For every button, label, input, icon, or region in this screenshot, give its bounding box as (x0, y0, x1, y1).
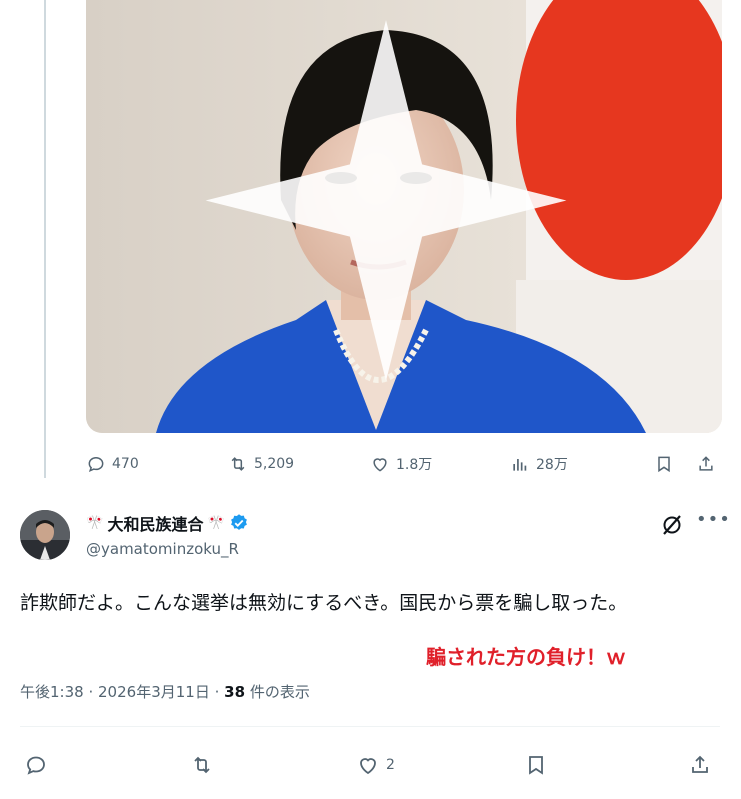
post-view-count: 38 (224, 683, 246, 701)
post-image[interactable] (86, 0, 722, 433)
flag-deco-right: 🎌 (207, 515, 225, 531)
like-count: 2 (386, 757, 395, 773)
more-icon[interactable]: ••• (696, 509, 731, 530)
like-button[interactable]: 1.8万 (370, 454, 432, 474)
share-icon (699, 456, 713, 471)
avatar[interactable] (20, 510, 70, 560)
reply-button[interactable]: 470 (86, 454, 139, 474)
views-button[interactable]: 28万 (510, 454, 568, 474)
thread-line (44, 0, 46, 478)
bookmark-button[interactable] (524, 753, 548, 777)
bookmark-icon (658, 456, 670, 473)
sparkle-icon (205, 20, 567, 381)
share-button[interactable] (688, 753, 712, 777)
repost-icon (231, 457, 245, 471)
post-text: 詐欺師だよ。こんな選挙は無効にするべき。国民から票を騙し取った。 (20, 592, 628, 614)
divider (20, 726, 720, 727)
flag-deco-left: 🎌 (86, 515, 104, 531)
verified-icon (230, 514, 247, 530)
reply-button[interactable] (24, 753, 48, 777)
view-count: 28万 (536, 457, 568, 473)
author-handle[interactable]: @yamatominzoku_R (86, 540, 239, 558)
post-view-label: 件の表示 (249, 683, 310, 701)
like-icon (373, 458, 387, 472)
share-icon (692, 755, 708, 773)
repost-icon (194, 756, 210, 774)
reply-count: 470 (112, 456, 139, 472)
repost-count: 5,209 (254, 456, 295, 472)
quoted-post-actions: 470 5,209 1.8万 28万 (86, 452, 722, 476)
post-time[interactable]: 午後1:38 (20, 683, 84, 701)
post-meta: 午後1:38 · 2026年3月11日 · 38 件の表示 (20, 681, 310, 702)
post-date[interactable]: 2026年3月11日 (98, 683, 210, 701)
repost-button[interactable]: 5,209 (228, 454, 294, 474)
like-count: 1.8万 (396, 457, 433, 473)
author-display-name[interactable]: 🎌 大和民族連合 🎌 (86, 511, 249, 535)
like-button[interactable]: 2 (356, 753, 395, 777)
views-icon (513, 459, 527, 471)
grok-icon[interactable] (660, 513, 684, 537)
reply-icon (88, 456, 104, 473)
like-icon (360, 758, 376, 775)
overlay-caption: 騙された方の負け！ｗ (426, 645, 626, 669)
avatar-image (20, 510, 70, 560)
bookmark-icon (529, 756, 543, 775)
meta-separator: · (88, 683, 99, 701)
post-actions: 2 (20, 750, 720, 780)
share-button[interactable] (696, 454, 716, 474)
reply-icon (27, 756, 45, 775)
bookmark-button[interactable] (654, 454, 674, 474)
meta-separator: · (214, 683, 225, 701)
repost-button[interactable] (190, 753, 214, 777)
display-name-text: 大和民族連合 (107, 515, 204, 534)
